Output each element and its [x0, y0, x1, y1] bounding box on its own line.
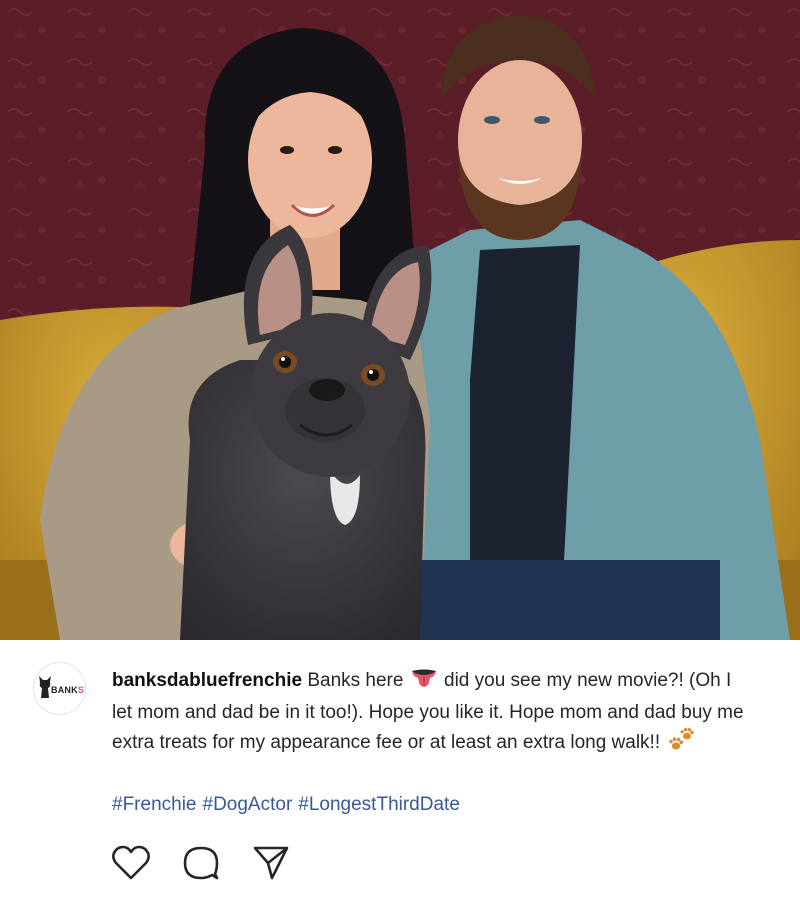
dog-logo-icon: [39, 676, 51, 698]
like-button[interactable]: [111, 843, 151, 883]
post-actions: [111, 843, 291, 883]
photo-illustration: [0, 0, 800, 640]
profile-avatar[interactable]: BANKS: [33, 662, 86, 715]
paw-prints-emoji-icon: [667, 727, 695, 760]
comment-button[interactable]: [181, 843, 221, 883]
username-link[interactable]: banksdabluefrenchie: [112, 670, 302, 691]
share-button[interactable]: [251, 843, 291, 883]
avatar-brand-text: BANKS: [51, 685, 85, 695]
caption-text-start: Banks here: [302, 670, 409, 691]
send-icon: [253, 846, 289, 880]
post-photo[interactable]: [0, 0, 800, 640]
hashtag-dogactor[interactable]: #DogActor: [203, 794, 293, 816]
hashtag-frenchie[interactable]: #Frenchie: [112, 794, 197, 816]
tongue-emoji-icon: [411, 669, 437, 698]
post-caption: banksdabluefrenchie Banks here did you s…: [112, 666, 752, 760]
post-caption-area: BANKS banksdabluefrenchie Banks here did…: [0, 640, 800, 900]
comment-icon: [183, 846, 219, 880]
hashtag-list: #Frenchie #DogActor #LongestThirdDate: [112, 794, 460, 816]
hashtag-longestthirddate[interactable]: #LongestThirdDate: [298, 794, 460, 816]
heart-icon: [112, 845, 150, 880]
